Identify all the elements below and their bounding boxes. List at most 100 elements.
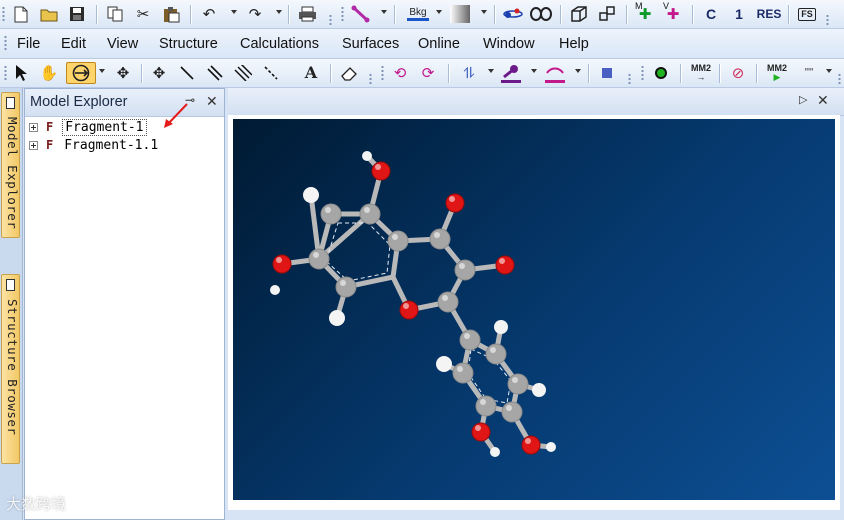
print-icon[interactable] [296, 3, 318, 25]
spectrum-icon[interactable]: ʹʹʹʹ [796, 62, 822, 84]
tree-item-fragment-1-1[interactable]: F Fragment-1.1 [29, 136, 160, 154]
mm2-minimize-button[interactable]: MM2 → [688, 62, 714, 84]
undo-dropdown-icon[interactable] [231, 10, 237, 14]
dashed-bond-icon[interactable] [260, 62, 282, 84]
toolbar-grip[interactable] [4, 65, 7, 82]
toolbar-chevron[interactable] [838, 73, 841, 85]
tab-structure-browser[interactable]: Structure Browser [1, 274, 20, 464]
toolbar-grip[interactable] [641, 65, 644, 82]
carbon-label-button[interactable]: C [700, 3, 722, 25]
redo-icon[interactable]: ↷ [244, 3, 266, 25]
cube-icon[interactable] [568, 3, 590, 25]
toolbar-grip[interactable] [2, 6, 5, 23]
menu-edit[interactable]: Edit [61, 36, 86, 52]
atom-color-dropdown-icon[interactable] [531, 69, 537, 73]
rotate-x-icon[interactable]: ⟲ [389, 62, 411, 84]
expand-icon[interactable] [29, 140, 38, 150]
fragment-icon: F [46, 138, 54, 152]
paste-icon[interactable] [160, 3, 182, 25]
stop-icon[interactable] [596, 62, 618, 84]
tree-item-label[interactable]: Fragment-1 [62, 118, 147, 136]
cube-pair-icon[interactable] [596, 3, 618, 25]
toolbar-chevron[interactable] [369, 73, 372, 85]
menu-file[interactable]: File [17, 36, 40, 52]
mm2-dynamics-button[interactable]: MM2 ▶ [764, 62, 790, 84]
model-build-toolbar: ✋ ✥ ✥ A ⟲ ⟳ ⥮ MM2 → ⊘ MM2 ▶ ʹʹʹʹ [0, 59, 844, 88]
bond-color-dropdown-icon[interactable] [575, 69, 581, 73]
red-arrow-annotation [164, 103, 188, 128]
move-objects-icon[interactable]: ✥ [148, 62, 170, 84]
model-explorer-title: Model Explorer [30, 94, 128, 110]
orbital-icon[interactable] [502, 3, 524, 25]
menu-online[interactable]: Online [418, 36, 460, 52]
select-arrow-icon[interactable] [10, 62, 32, 84]
tree-item-fragment-1[interactable]: F Fragment-1 [29, 118, 147, 136]
bond-tool-icon[interactable] [350, 3, 372, 25]
menu-calculations[interactable]: Calculations [240, 36, 319, 52]
bkg-dropdown-icon[interactable] [436, 10, 442, 14]
toolbar-chevron[interactable] [329, 14, 332, 26]
watermark: 大数跨境 [6, 496, 67, 513]
cut-icon[interactable]: ✂ [132, 3, 154, 25]
save-icon[interactable] [66, 3, 88, 25]
bkg-label: Bkg [409, 6, 427, 18]
atom-color-icon[interactable] [500, 62, 522, 84]
undo-icon[interactable]: ↶ [198, 3, 220, 25]
model-canvas[interactable] [233, 119, 835, 500]
single-bond-icon[interactable] [176, 62, 198, 84]
rotate-z-icon[interactable]: ⥮ [458, 62, 480, 84]
eraser-icon[interactable] [338, 62, 360, 84]
scroll-right-icon[interactable]: ▷ [799, 93, 807, 106]
gradient-dropdown-icon[interactable] [481, 10, 487, 14]
document-header: ▷ ✕ [228, 88, 844, 116]
move-horizontal-icon[interactable]: M ✚ [634, 2, 656, 25]
fragment-icon: F [46, 120, 54, 134]
rotate-icon [72, 64, 90, 82]
rotate-dropdown-icon[interactable] [99, 69, 105, 73]
close-icon[interactable]: ✕ [206, 93, 218, 110]
double-bond-icon[interactable] [204, 62, 226, 84]
background-color-button[interactable]: Bkg [404, 3, 432, 25]
spectrum-dropdown-icon[interactable] [826, 69, 832, 73]
double-ring-icon[interactable] [530, 3, 552, 25]
fragment-icon[interactable]: FS [796, 3, 818, 25]
menu-grip[interactable] [4, 35, 7, 52]
new-file-icon[interactable] [10, 3, 32, 25]
redo-dropdown-icon[interactable] [276, 10, 282, 14]
number-label-button[interactable]: 1 [728, 3, 750, 25]
move-vertical-icon[interactable]: V ✚ [662, 2, 684, 25]
browser-tab-icon [6, 279, 15, 291]
rotate-z-dropdown-icon[interactable] [488, 69, 494, 73]
open-folder-icon[interactable] [38, 3, 60, 25]
standard-toolbar: ✂ ↶ ↷ Bkg M ✚ V ✚ C 1 RES FS [0, 0, 844, 29]
toolbar-grip[interactable] [341, 6, 344, 23]
molecule-model [270, 151, 556, 457]
menu-window[interactable]: Window [483, 36, 535, 52]
toolbar-chevron[interactable] [826, 14, 829, 26]
bond-dropdown-icon[interactable] [381, 10, 387, 14]
menu-help[interactable]: Help [559, 36, 589, 52]
menu-view[interactable]: View [107, 36, 138, 52]
clean-structure-icon[interactable]: ⊘ [727, 62, 749, 84]
translate-icon[interactable]: ✥ [112, 62, 134, 84]
copy-icon[interactable] [104, 3, 126, 25]
triple-bond-icon[interactable] [232, 62, 254, 84]
text-tool-button[interactable]: A [300, 62, 322, 84]
rotate-y-icon[interactable]: ⟳ [417, 62, 439, 84]
model-explorer-header: Model Explorer ⊸ ✕ [25, 89, 224, 117]
tree-item-label[interactable]: Fragment-1.1 [62, 138, 160, 153]
run-icon[interactable] [650, 62, 672, 84]
toolbar-chevron[interactable] [628, 73, 631, 85]
gradient-icon[interactable] [449, 3, 471, 25]
hand-icon[interactable]: ✋ [38, 62, 60, 84]
tab-model-explorer[interactable]: Model Explorer [1, 92, 20, 238]
expand-icon[interactable] [29, 122, 38, 132]
toolbar-grip[interactable] [381, 65, 384, 82]
rotate-tool-button[interactable] [66, 62, 96, 84]
menu-structure[interactable]: Structure [159, 36, 218, 52]
close-document-icon[interactable]: ✕ [817, 92, 829, 109]
menu-surfaces[interactable]: Surfaces [342, 36, 399, 52]
residue-label-button[interactable]: RES [756, 3, 782, 25]
bond-color-icon[interactable] [544, 62, 566, 84]
side-tab-strip: Model Explorer Structure Browser [0, 88, 23, 520]
